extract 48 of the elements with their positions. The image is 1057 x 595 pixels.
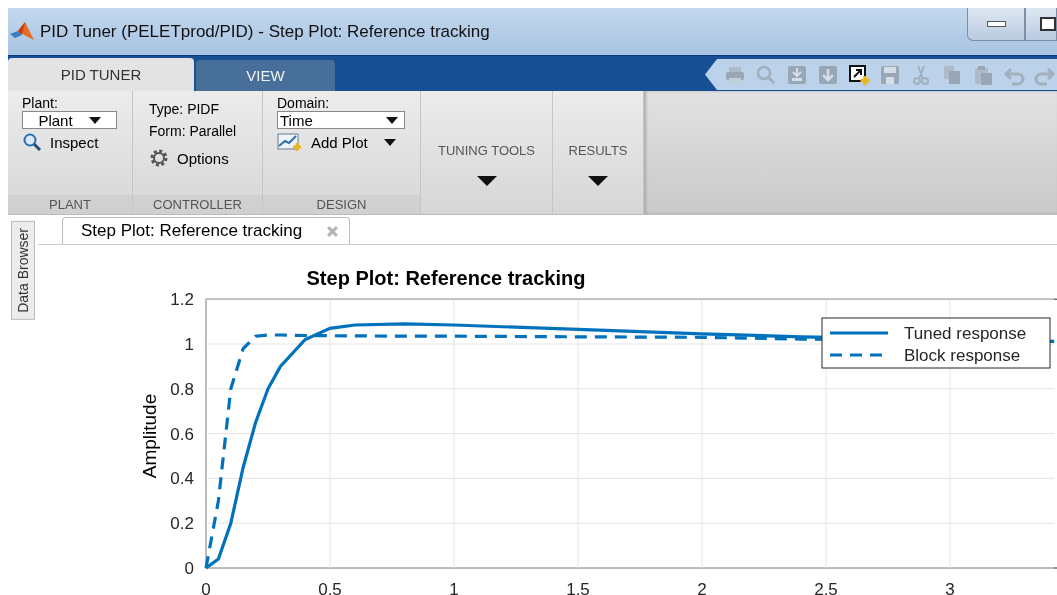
plant-label: Plant: — [22, 97, 59, 109]
chart-title: Step Plot: Reference tracking — [306, 267, 586, 289]
plant-dropdown[interactable]: Plant — [22, 111, 117, 129]
y-tick-label: 0.8 — [170, 379, 194, 399]
options-button[interactable]: Options — [149, 145, 252, 171]
y-axis-label: Amplitude — [139, 393, 160, 479]
group-label: DESIGN — [263, 195, 420, 214]
ribbon-tab[interactable]: PID TUNER — [8, 58, 194, 91]
minimize-button[interactable] — [967, 8, 1025, 41]
form-label: Form: Parallel — [149, 123, 238, 139]
add-plot-icon — [277, 132, 303, 152]
window-title: PID Tuner (PELETprod/PID) - Step Plot: Reference tracking — [40, 21, 490, 42]
add-plot-button[interactable]: Add Plot — [277, 129, 410, 155]
type-label: Type: PIDF — [149, 101, 221, 117]
gear-icon — [149, 148, 169, 168]
inspect-button[interactable]: Inspect — [22, 129, 122, 155]
side-panel-tab[interactable]: Data Browser — [11, 221, 35, 320]
caret-icon — [476, 176, 497, 186]
y-tick-label: 0.2 — [170, 514, 194, 534]
x-tick-label: 0.5 — [318, 580, 342, 595]
document-tab[interactable]: Step Plot: Reference tracking — [62, 217, 351, 244]
y-tick-label: 1 — [184, 335, 194, 354]
y-tick-label: 0 — [184, 559, 194, 578]
x-tick-label: 1 — [449, 580, 459, 595]
x-tick-label: 1.5 — [566, 580, 590, 595]
close-icon[interactable] — [326, 224, 340, 238]
new-figure-icon[interactable] — [847, 62, 871, 87]
caret-icon — [383, 138, 396, 146]
ribbon-tab[interactable]: VIEW — [196, 60, 335, 91]
x-tick-label: 0 — [201, 580, 211, 595]
x-tick-label: 2.5 — [814, 580, 838, 595]
maximize-button[interactable] — [1025, 8, 1057, 41]
y-tick-label: 0.4 — [170, 469, 194, 489]
y-tick-label: 1.2 — [170, 290, 194, 310]
group-label: PLANT — [8, 195, 132, 214]
legend-label: Block response — [904, 346, 1021, 365]
domain-label: Domain: — [277, 97, 331, 109]
group-label: CONTROLLER — [133, 195, 262, 214]
ribbon-menu-button[interactable]: TUNING TOOLS — [421, 91, 553, 214]
x-tick-label: 2 — [697, 580, 707, 595]
x-tick-label: 3 — [945, 580, 955, 595]
domain-dropdown[interactable]: Time — [277, 111, 405, 129]
legend-label: Tuned response — [904, 324, 1027, 343]
caret-icon — [588, 176, 608, 186]
y-tick-label: 0.6 — [170, 424, 194, 444]
document-tab-label: Step Plot: Reference tracking — [81, 221, 303, 241]
app-logo-icon — [10, 21, 34, 42]
magnifier-icon — [22, 132, 42, 152]
